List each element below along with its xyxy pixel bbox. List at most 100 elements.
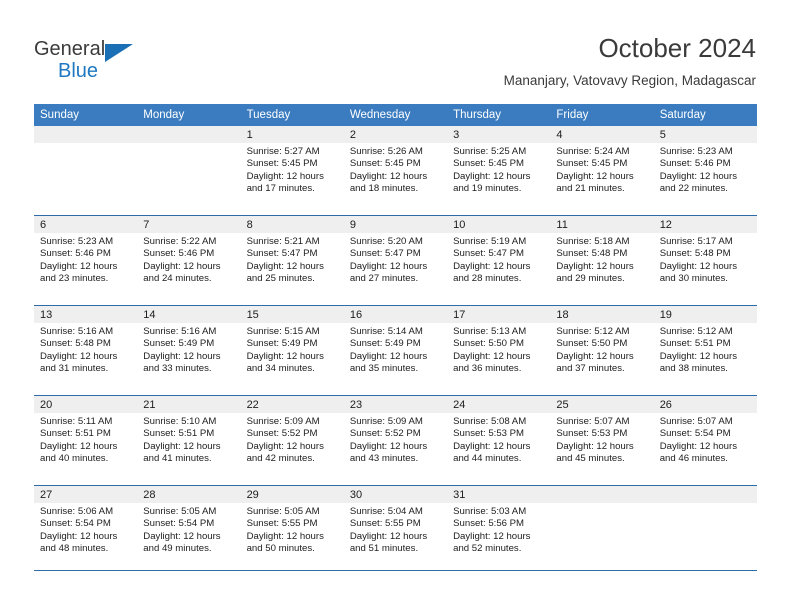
day-info-line: Sunrise: 5:09 AM: [246, 416, 320, 427]
day-info-line: Sunrise: 5:26 AM: [349, 146, 423, 157]
calendar-day-cell[interactable]: 25 Sunrise: 5:07 AM Sunset: 5:53 PM Dayligh…: [550, 396, 654, 485]
day-info-line: and 19 minutes.: [453, 183, 522, 195]
calendar-day-cell[interactable]: 12 Sunrise: 5:17 AM Sunset: 5:48 PM Dayligh…: [653, 216, 757, 305]
day-info-line: and 27 minutes.: [349, 273, 419, 285]
day-sun-info: Sunrise: 5:13 AM Sunset: 5:50 PM Daylight:…: [447, 323, 550, 376]
day-sun-info: Sunrise: 5:08 AM Sunset: 5:53 PM Daylight:…: [447, 413, 550, 466]
day-number: 23: [343, 396, 448, 413]
calendar-day-cell[interactable]: 1 Sunrise: 5:27 AM Sunset: 5:45 PM Daylight…: [240, 126, 344, 215]
calendar-day-cell[interactable]: 28 Sunrise: 5:05 AM Sunset: 5:54 PM Dayligh…: [137, 486, 241, 575]
day-info-line: Sunrise: 5:16 AM: [143, 326, 217, 337]
calendar-day-cell[interactable]: 7 Sunrise: 5:22 AM Sunset: 5:46 PM Daylight…: [137, 216, 241, 305]
day-number: [34, 126, 138, 143]
day-sun-info: Sunrise: 5:27 AM Sunset: 5:45 PM Daylight:…: [241, 143, 344, 196]
calendar-day-cell[interactable]: 21 Sunrise: 5:10 AM Sunset: 5:51 PM Dayligh…: [137, 396, 241, 485]
day-number: 27: [34, 486, 138, 503]
calendar-day-cell[interactable]: 29 Sunrise: 5:05 AM Sunset: 5:55 PM Dayligh…: [240, 486, 344, 575]
day-sun-info: Sunrise: 5:17 AM Sunset: 5:48 PM Daylight:…: [654, 233, 757, 286]
day-info-line: Sunset: 5:51 PM: [40, 428, 111, 440]
day-info-line: and 46 minutes.: [659, 453, 728, 465]
calendar-day-cell[interactable]: 31 Sunrise: 5:03 AM Sunset: 5:56 PM Dayligh…: [447, 486, 551, 575]
calendar-day-cell-empty: [653, 486, 757, 575]
day-info-line: and 33 minutes.: [143, 363, 212, 375]
day-info-line: Daylight: 12 hours: [40, 350, 118, 362]
calendar-day-cell[interactable]: 22 Sunrise: 5:09 AM Sunset: 5:52 PM Dayligh…: [240, 396, 344, 485]
day-number: 4: [550, 126, 654, 143]
day-number: 31: [447, 486, 551, 503]
day-info-line: Daylight: 12 hours: [40, 530, 118, 542]
calendar-day-cell[interactable]: 2 Sunrise: 5:26 AM Sunset: 5:45 PM Daylight…: [343, 126, 448, 215]
day-number: [137, 126, 241, 143]
calendar-day-cell[interactable]: 15 Sunrise: 5:15 AM Sunset: 5:49 PM Dayligh…: [240, 306, 344, 395]
day-info-line: Daylight: 12 hours: [453, 350, 531, 362]
calendar-day-cell[interactable]: 26 Sunrise: 5:07 AM Sunset: 5:54 PM Dayligh…: [653, 396, 757, 485]
calendar-week-row: 1 Sunrise: 5:27 AM Sunset: 5:45 PM Daylight…: [34, 126, 757, 216]
calendar-day-cell[interactable]: 27 Sunrise: 5:06 AM Sunset: 5:54 PM Dayligh…: [34, 486, 138, 575]
page-title: October 2024: [598, 33, 756, 63]
triangle-icon: [105, 44, 133, 62]
calendar-day-cell[interactable]: 20 Sunrise: 5:11 AM Sunset: 5:51 PM Dayligh…: [34, 396, 138, 485]
calendar-day-cell[interactable]: 5 Sunrise: 5:23 AM Sunset: 5:46 PM Daylight…: [653, 126, 757, 215]
calendar-day-cell[interactable]: 18 Sunrise: 5:12 AM Sunset: 5:50 PM Dayligh…: [550, 306, 654, 395]
day-sun-info: Sunrise: 5:23 AM Sunset: 5:46 PM Daylight:…: [654, 143, 757, 196]
day-info-line: and 35 minutes.: [349, 363, 419, 375]
calendar-day-cell[interactable]: 4 Sunrise: 5:24 AM Sunset: 5:45 PM Daylight…: [550, 126, 654, 215]
day-info-line: and 28 minutes.: [453, 273, 522, 285]
calendar-day-cell[interactable]: 13 Sunrise: 5:16 AM Sunset: 5:48 PM Dayligh…: [34, 306, 138, 395]
day-info-line: Sunrise: 5:12 AM: [556, 326, 630, 337]
day-info-line: Daylight: 12 hours: [246, 170, 324, 182]
day-info-line: Daylight: 12 hours: [349, 530, 428, 542]
calendar-day-cell[interactable]: 16 Sunrise: 5:14 AM Sunset: 5:49 PM Dayligh…: [343, 306, 448, 395]
day-info-line: Sunset: 5:49 PM: [246, 338, 318, 350]
day-info-line: Sunrise: 5:05 AM: [246, 506, 320, 517]
day-info-line: Sunrise: 5:07 AM: [556, 416, 630, 427]
calendar-day-cell[interactable]: 17 Sunrise: 5:13 AM Sunset: 5:50 PM Dayligh…: [447, 306, 551, 395]
day-info-line: Sunrise: 5:13 AM: [453, 326, 527, 337]
day-sun-info: Sunrise: 5:12 AM Sunset: 5:50 PM Daylight:…: [550, 323, 653, 376]
day-info-line: and 50 minutes.: [246, 543, 315, 555]
day-info-line: and 23 minutes.: [40, 273, 109, 285]
day-info-line: Sunset: 5:52 PM: [349, 428, 421, 440]
day-info-line: and 30 minutes.: [659, 273, 728, 285]
day-sun-info: Sunrise: 5:26 AM Sunset: 5:45 PM Daylight:…: [344, 143, 447, 196]
calendar-day-cell[interactable]: 24 Sunrise: 5:08 AM Sunset: 5:53 PM Dayligh…: [447, 396, 551, 485]
calendar-day-cell[interactable]: 19 Sunrise: 5:12 AM Sunset: 5:51 PM Dayligh…: [653, 306, 757, 395]
calendar-day-cell[interactable]: 3 Sunrise: 5:25 AM Sunset: 5:45 PM Daylight…: [447, 126, 551, 215]
day-info-line: Sunset: 5:54 PM: [40, 518, 111, 530]
day-number: 10: [447, 216, 551, 233]
day-info-line: and 34 minutes.: [246, 363, 315, 375]
day-info-line: and 25 minutes.: [246, 273, 315, 285]
day-sun-info: Sunrise: 5:07 AM Sunset: 5:54 PM Daylight:…: [654, 413, 757, 466]
day-info-line: Daylight: 12 hours: [246, 530, 324, 542]
day-info-line: Sunrise: 5:07 AM: [659, 416, 733, 427]
general-blue-logo[interactable]: General Blue: [34, 38, 214, 86]
calendar-day-cell[interactable]: 14 Sunrise: 5:16 AM Sunset: 5:49 PM Dayligh…: [137, 306, 241, 395]
calendar-day-cell[interactable]: 23 Sunrise: 5:09 AM Sunset: 5:52 PM Dayligh…: [343, 396, 448, 485]
day-info-line: Sunset: 5:46 PM: [659, 158, 731, 170]
day-info-line: Sunset: 5:45 PM: [453, 158, 525, 170]
day-sun-info: Sunrise: 5:03 AM Sunset: 5:56 PM Daylight:…: [447, 503, 550, 556]
calendar-day-cell[interactable]: 8 Sunrise: 5:21 AM Sunset: 5:47 PM Daylight…: [240, 216, 344, 305]
day-info-line: and 29 minutes.: [556, 273, 625, 285]
day-info-line: and 44 minutes.: [453, 453, 522, 465]
day-number: 19: [653, 306, 757, 323]
calendar-day-cell[interactable]: 30 Sunrise: 5:04 AM Sunset: 5:55 PM Dayligh…: [343, 486, 448, 575]
day-info-line: and 18 minutes.: [349, 183, 419, 195]
day-info-line: and 49 minutes.: [143, 543, 212, 555]
calendar-day-cell[interactable]: 10 Sunrise: 5:19 AM Sunset: 5:47 PM Dayligh…: [447, 216, 551, 305]
calendar-day-cell[interactable]: 11 Sunrise: 5:18 AM Sunset: 5:48 PM Dayligh…: [550, 216, 654, 305]
calendar-day-cell[interactable]: 6 Sunrise: 5:23 AM Sunset: 5:46 PM Daylight…: [34, 216, 138, 305]
calendar-day-cell[interactable]: 9 Sunrise: 5:20 AM Sunset: 5:47 PM Daylight…: [343, 216, 448, 305]
day-sun-info: Sunrise: 5:21 AM Sunset: 5:47 PM Daylight:…: [241, 233, 344, 286]
calendar-day-cell-empty: [34, 126, 138, 215]
day-info-line: Daylight: 12 hours: [453, 530, 531, 542]
day-info-line: and 37 minutes.: [556, 363, 625, 375]
day-info-line: Daylight: 12 hours: [349, 440, 428, 452]
day-number: 11: [550, 216, 654, 233]
day-info-line: Sunset: 5:45 PM: [349, 158, 421, 170]
day-info-line: Sunset: 5:53 PM: [453, 428, 525, 440]
calendar-bottom-rule: [34, 570, 757, 571]
day-info-line: Sunrise: 5:09 AM: [349, 416, 423, 427]
day-info-line: Sunrise: 5:03 AM: [453, 506, 527, 517]
day-info-line: Sunset: 5:46 PM: [40, 248, 111, 260]
